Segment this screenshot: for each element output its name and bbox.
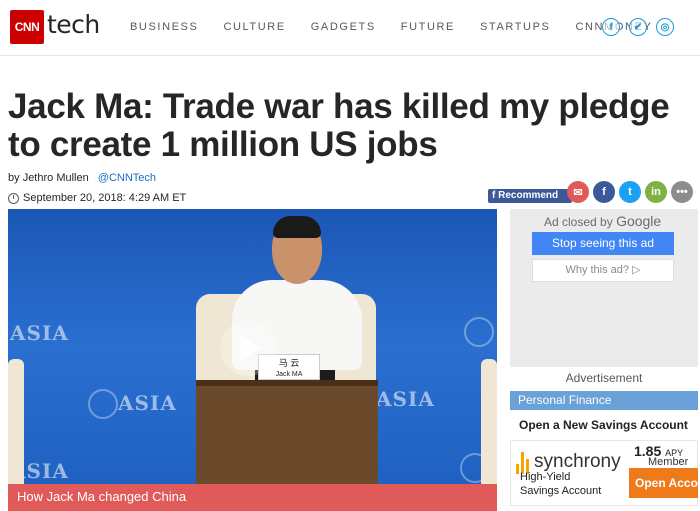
linkedin-icon[interactable]: in [645,181,667,203]
instagram-icon[interactable]: ◎ [656,18,674,36]
dateline: September 20, 2018: 4:29 AM ET [8,192,186,204]
ad-closed-notice: Ad closed by Google [544,213,661,229]
byline-prefix: by [8,172,20,184]
advertisement-label: Advertisement [565,371,643,385]
video-watermark: ASIA [118,391,177,415]
email-icon[interactable]: ✉ [567,181,589,203]
recommend-label: Recommend [498,190,559,201]
play-icon [240,334,262,362]
product-line-2: Savings Account [520,485,602,497]
section-logo-tech[interactable]: tech [47,10,100,39]
author-link[interactable]: Jethro Mullen [23,172,89,184]
facebook-icon[interactable]: f [593,181,615,203]
nav-gadgets[interactable]: GADGETS [311,21,376,33]
video-watermark: ASIA [10,321,69,345]
nav-startups[interactable]: STARTUPS [480,21,550,33]
video-watermark: ASIA [376,387,435,411]
open-account-button[interactable]: Open Acco [629,468,698,498]
play-button[interactable] [220,320,276,376]
personal-finance-header[interactable]: Personal Finance [510,391,698,410]
publish-date: September 20, 2018: 4:29 AM ET [23,192,187,204]
article-headline: Jack Ma: Trade war has killed my pledge … [8,87,670,164]
globe-icon [88,389,118,419]
side-table [196,380,378,490]
nameplate-subtitle: Jack MA [275,371,303,378]
nav-business[interactable]: BUSINESS [130,21,198,33]
stop-seeing-ad-button[interactable]: Stop seeing this ad [532,232,674,255]
facebook-recommend-button[interactable]: f Recommend [488,189,572,203]
byline: by Jethro Mullen @CNNTech [8,172,156,184]
member-label: Member [648,456,689,468]
globe-icon [464,317,494,347]
nav-future[interactable]: FUTURE [401,21,455,33]
twitter-icon[interactable]: ✔ [629,18,647,36]
nav-culture[interactable]: CULTURE [223,21,285,33]
video-caption[interactable]: How Jack Ma changed China [8,484,497,511]
facebook-icon[interactable]: f [602,18,620,36]
speaker-hair [273,216,321,238]
chair-left [8,359,24,489]
share-bar: ✉ f t in ••• [567,181,697,203]
header-social: f ✔ ◎ [602,18,683,36]
clock-icon [8,192,19,204]
savings-offer-title[interactable]: Open a New Savings Account [519,418,688,432]
product-name: High-Yield Savings Account [520,470,601,498]
site-header: CNN tech BUSINESS CULTURE GADGETS FUTURE… [0,0,700,56]
more-icon[interactable]: ••• [671,181,693,203]
ad-closed-text: Ad closed by [544,215,613,229]
twitter-icon[interactable]: t [619,181,641,203]
product-line-1: High-Yield [520,471,571,483]
author-handle-link[interactable]: @CNNTech [98,172,156,184]
why-this-ad-button[interactable]: Why this ad? ▷ [532,259,674,282]
chair-right [481,359,497,489]
cnn-logo[interactable]: CNN [10,10,44,44]
google-logo: Google [616,213,662,229]
main-nav: BUSINESS CULTURE GADGETS FUTURE STARTUPS… [130,21,677,33]
